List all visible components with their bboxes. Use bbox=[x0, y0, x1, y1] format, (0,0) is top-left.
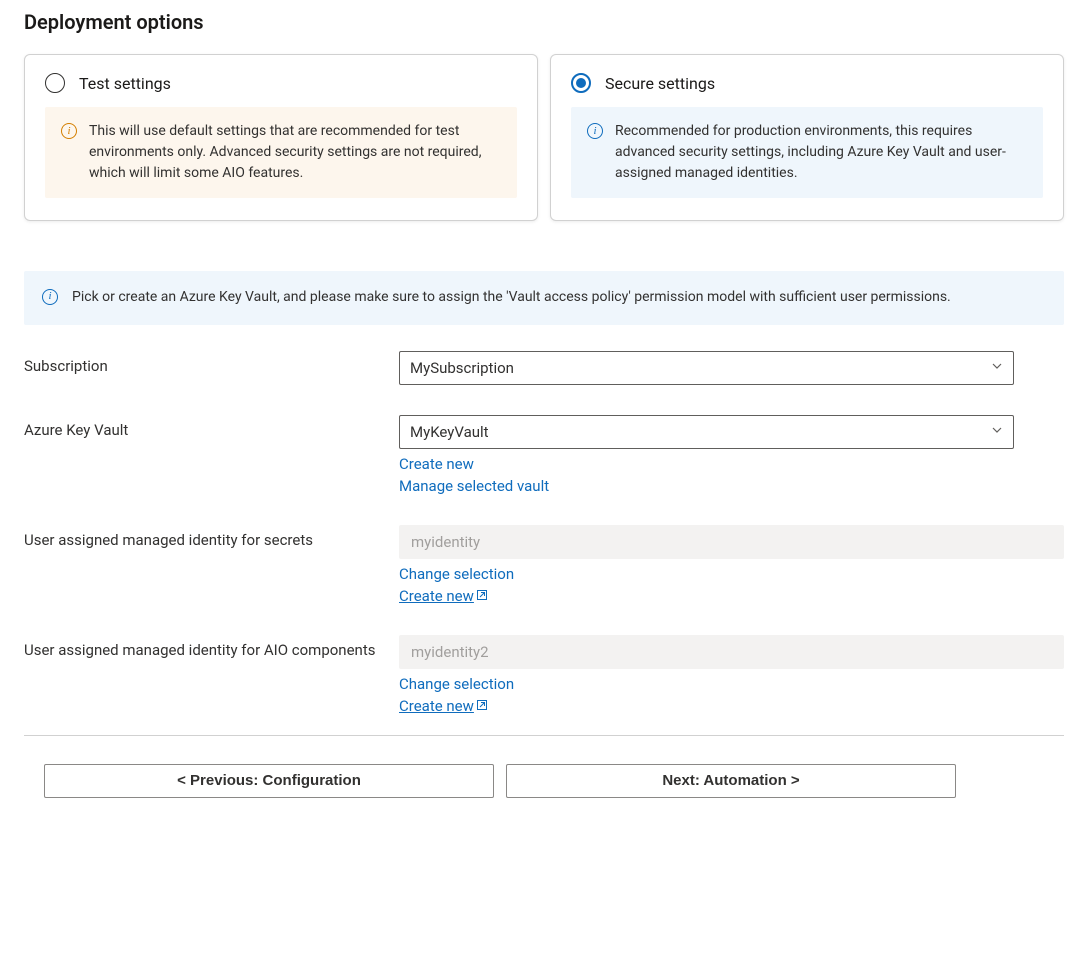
radio-secure-settings[interactable] bbox=[571, 73, 591, 93]
card-title-test: Test settings bbox=[79, 74, 171, 93]
select-keyvault[interactable]: MyKeyVault bbox=[399, 415, 1014, 449]
radio-test-settings[interactable] bbox=[45, 73, 65, 93]
external-link-icon bbox=[476, 699, 488, 715]
link-create-new-identity-secrets[interactable]: Create new bbox=[399, 587, 1064, 605]
info-box-test: i This will use default settings that ar… bbox=[45, 107, 517, 198]
external-link-icon bbox=[476, 589, 488, 605]
info-box-secure: i Recommended for production environment… bbox=[571, 107, 1043, 198]
select-value: MySubscription bbox=[410, 359, 514, 377]
label-identity-secrets: User assigned managed identity for secre… bbox=[24, 525, 399, 549]
next-button[interactable]: Next: Automation > bbox=[506, 764, 956, 798]
info-text: Recommended for production environments,… bbox=[615, 121, 1027, 184]
previous-button[interactable]: < Previous: Configuration bbox=[44, 764, 494, 798]
info-icon: i bbox=[61, 123, 77, 139]
link-change-selection-aio[interactable]: Change selection bbox=[399, 675, 1064, 693]
section-title: Deployment options bbox=[24, 10, 1064, 34]
link-create-new-keyvault[interactable]: Create new bbox=[399, 455, 1064, 473]
label-identity-aio: User assigned managed identity for AIO c… bbox=[24, 635, 399, 659]
label-subscription: Subscription bbox=[24, 351, 399, 375]
card-title-secure: Secure settings bbox=[605, 74, 715, 93]
divider bbox=[24, 735, 1064, 736]
link-create-new-identity-aio[interactable]: Create new bbox=[399, 697, 1064, 715]
label-keyvault: Azure Key Vault bbox=[24, 415, 399, 439]
select-subscription[interactable]: MySubscription bbox=[399, 351, 1014, 385]
chevron-down-icon bbox=[991, 360, 1003, 376]
field-identity-secrets: myidentity bbox=[399, 525, 1064, 559]
info-text: This will use default settings that are … bbox=[89, 121, 501, 184]
info-icon: i bbox=[42, 289, 58, 305]
link-manage-selected-vault[interactable]: Manage selected vault bbox=[399, 477, 1064, 495]
card-secure-settings[interactable]: Secure settings i Recommended for produc… bbox=[550, 54, 1064, 221]
link-change-selection-secrets[interactable]: Change selection bbox=[399, 565, 1064, 583]
deployment-option-cards: Test settings i This will use default se… bbox=[24, 54, 1064, 221]
info-icon: i bbox=[587, 123, 603, 139]
banner-text: Pick or create an Azure Key Vault, and p… bbox=[72, 287, 951, 309]
banner-keyvault-info: i Pick or create an Azure Key Vault, and… bbox=[24, 271, 1064, 325]
chevron-down-icon bbox=[991, 424, 1003, 440]
select-value: MyKeyVault bbox=[410, 423, 489, 441]
card-test-settings[interactable]: Test settings i This will use default se… bbox=[24, 54, 538, 221]
field-identity-aio: myidentity2 bbox=[399, 635, 1064, 669]
